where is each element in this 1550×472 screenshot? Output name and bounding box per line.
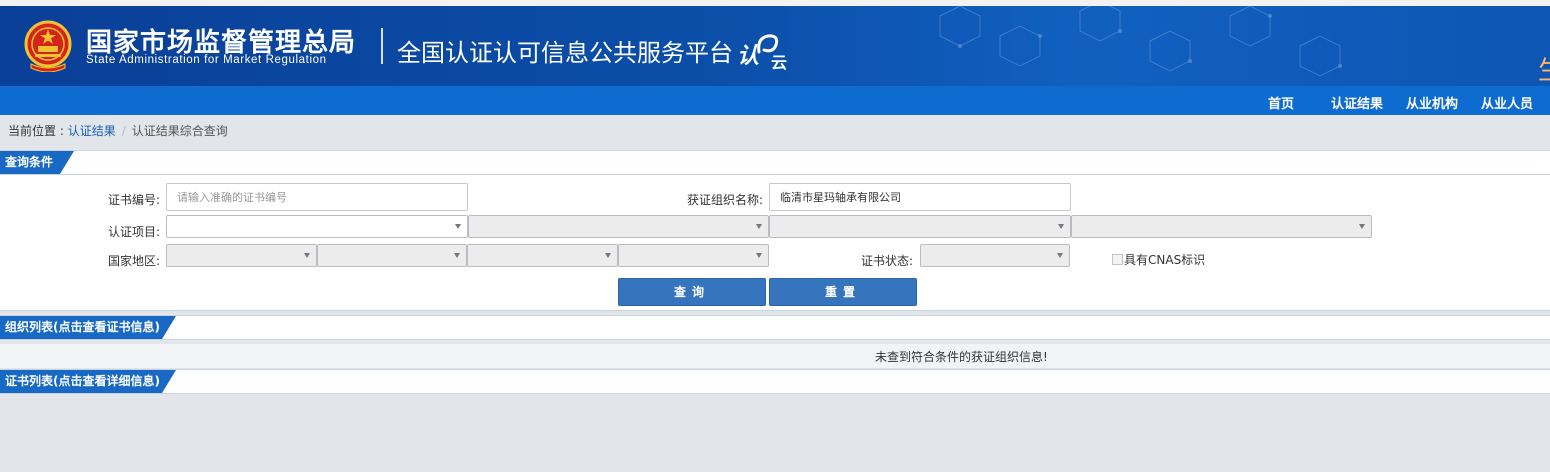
main-nav: 首页 认证结果 从业机构 从业人员 (0, 86, 1550, 115)
breadcrumb: 当前位置 : 认证结果 / 认证结果综合查询 (8, 122, 228, 139)
chevron-down-icon (454, 253, 460, 258)
logo-text-b: 云 (771, 53, 788, 72)
org-name-en: State Administration for Market Regulati… (86, 54, 327, 66)
org-name-input[interactable] (769, 183, 1071, 211)
chevron-down-icon (1058, 224, 1064, 229)
query-section-header: 查询条件 (0, 150, 1550, 175)
region-label: 国家地区: (108, 254, 161, 268)
region-select-4[interactable] (618, 244, 769, 267)
project-label: 认证项目: (108, 225, 161, 239)
region-select-1[interactable] (166, 244, 317, 267)
site-header: 国家市场监督管理总局 State Administration for Mark… (0, 6, 1550, 86)
query-section-title: 查询条件 (0, 151, 74, 174)
project-select-4[interactable] (1071, 215, 1372, 238)
cnas-checkbox-label: 具有CNAS标识 (1124, 253, 1206, 267)
breadcrumb-current: 认证结果综合查询 (131, 124, 228, 138)
status-select[interactable] (920, 244, 1070, 267)
nav-item-institutions[interactable]: 从业机构 (1406, 93, 1458, 112)
nav-item-personnel[interactable]: 从业人员 (1481, 93, 1533, 112)
breadcrumb-prefix: 当前位置 : (8, 124, 68, 138)
platform-title: 全国认证认可信息公共服务平台 (397, 39, 733, 67)
cert-no-input[interactable] (166, 183, 468, 211)
project-select-1[interactable] (166, 215, 468, 238)
nav-item-cert-results[interactable]: 认证结果 (1331, 93, 1383, 112)
org-list-section-header: 组织列表(点击查看证书信息) (0, 315, 1550, 340)
platform-logo: 认 云 (735, 30, 791, 72)
cnas-checkbox[interactable] (1112, 254, 1123, 265)
nav-item-home[interactable]: 首页 (1268, 93, 1294, 112)
chevron-down-icon (756, 224, 762, 229)
breadcrumb-link-cert-results[interactable]: 认证结果 (68, 124, 116, 138)
region-select-2[interactable] (317, 244, 467, 267)
national-emblem-icon (24, 20, 72, 72)
chevron-down-icon (756, 253, 762, 258)
chevron-down-icon (605, 253, 611, 258)
cert-list-section-header: 证书列表(点击查看详细信息) (0, 369, 1550, 394)
chevron-down-icon (455, 224, 461, 229)
header-edge-glyph: 生 (1538, 50, 1550, 86)
reset-button[interactable]: 重置 (769, 278, 917, 306)
region-select-3[interactable] (467, 244, 618, 267)
cert-no-label: 证书编号: (108, 193, 161, 207)
cnas-checkbox-field[interactable]: 具有CNAS标识 (1112, 251, 1205, 268)
project-select-2[interactable] (468, 215, 769, 238)
org-name-label: 获证组织名称: (687, 193, 764, 207)
org-list-section-title: 组织列表(点击查看证书信息) (0, 316, 176, 339)
query-form: 证书编号: 获证组织名称: 认证项目: 国家地区: 证书状态: 具有CNAS标识… (0, 175, 1550, 311)
cert-list-section-title: 证书列表(点击查看详细信息) (0, 370, 176, 393)
header-divider (381, 28, 383, 64)
chevron-down-icon (1057, 253, 1063, 258)
status-label: 证书状态: (861, 254, 914, 268)
chevron-down-icon (304, 253, 310, 258)
org-list-empty-message: 未查到符合条件的获证组织信息! (875, 350, 1048, 364)
project-select-3[interactable] (769, 215, 1071, 238)
breadcrumb-separator: / (121, 124, 126, 138)
chevron-down-icon (1359, 224, 1365, 229)
hexagon-pattern-decoration (939, 6, 1342, 77)
org-list-empty-row: 未查到符合条件的获证组织信息! (0, 344, 1550, 368)
search-button[interactable]: 查询 (618, 278, 766, 306)
